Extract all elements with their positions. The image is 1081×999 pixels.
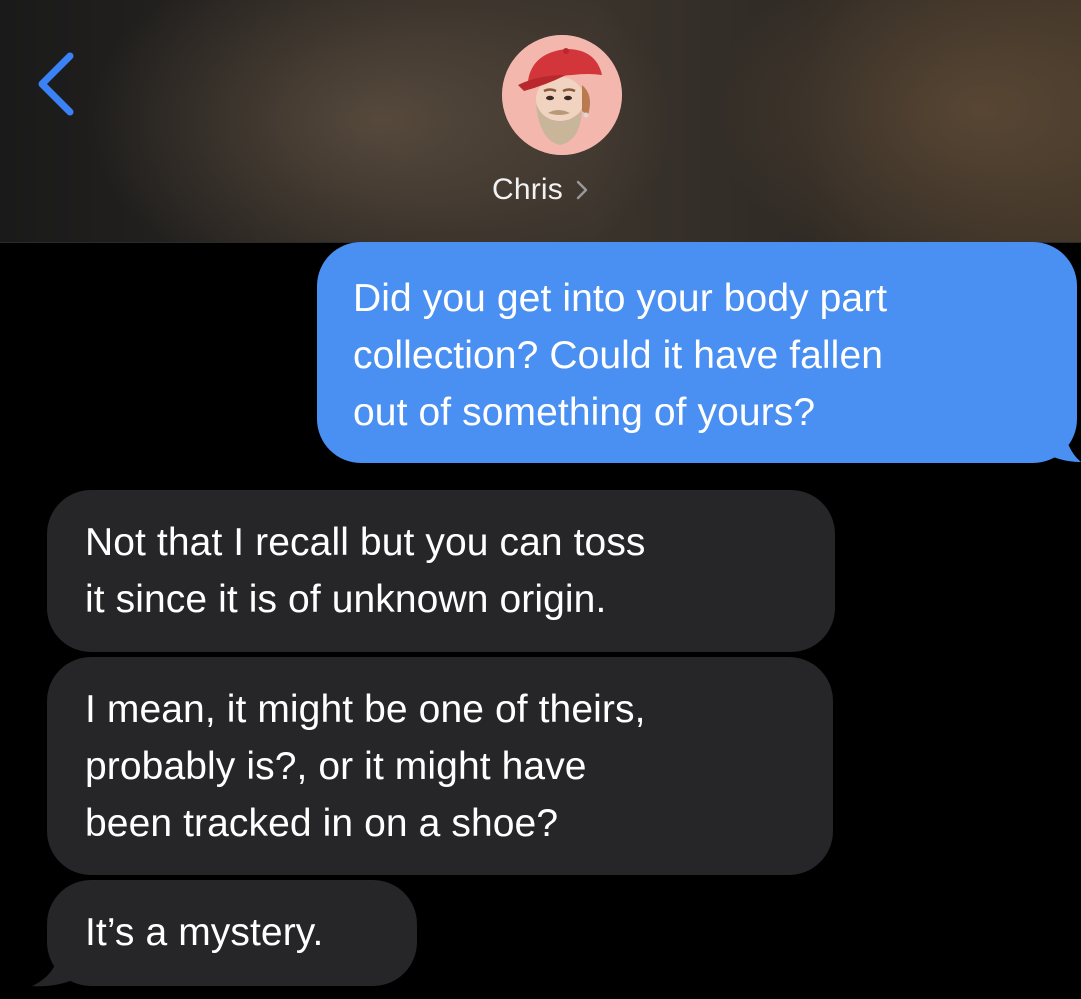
received-message-bubble[interactable]: Not that I recall but you can toss it si… [47,490,835,652]
message-line: been tracked in on a shoe? [85,802,559,845]
message-line: collection? Could it have fallen [353,334,884,377]
contact-name-button[interactable]: Chris [0,168,1081,212]
message-line: out of something of yours? [353,391,816,434]
received-message-bubble[interactable]: It’s a mystery. [47,880,417,986]
message-line: Not that I recall but you can toss [85,521,646,564]
message-line: It’s a mystery. [85,911,324,954]
contact-name: Chris [491,173,563,206]
chevron-left-icon [38,52,74,116]
message-line: Did you get into your body part [353,277,888,320]
conversation-header: Chris [0,0,1081,243]
sent-message-bubble[interactable]: Did you get into your body part collecti… [317,242,1077,463]
received-bubble-tail [32,946,82,987]
memoji-avatar-icon [502,35,622,155]
message-line: I mean, it might be one of theirs, [85,688,646,731]
received-message-bubble[interactable]: I mean, it might be one of theirs, proba… [47,657,833,875]
message-line: probably is?, or it might have [85,745,587,788]
back-button[interactable] [30,48,90,118]
message-line: it since it is of unknown origin. [85,578,607,621]
sent-bubble-tail [1040,420,1081,462]
chevron-right-icon [576,180,588,200]
avatar[interactable] [502,35,622,155]
